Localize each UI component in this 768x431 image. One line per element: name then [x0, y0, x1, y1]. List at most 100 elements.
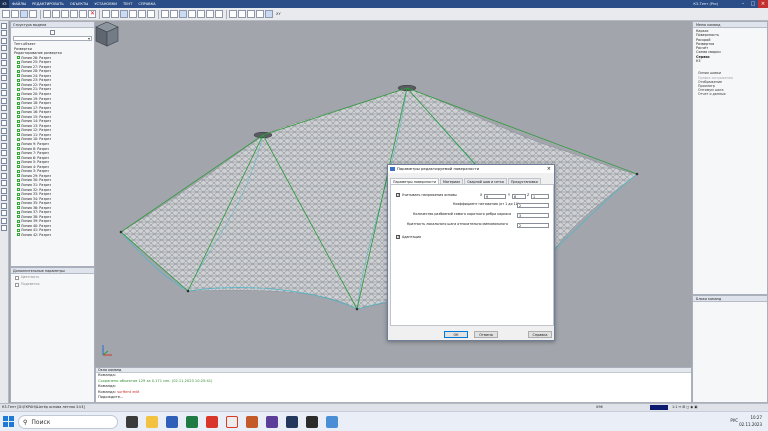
view-side-icon[interactable]	[147, 10, 155, 18]
ok-button[interactable]: ОК	[444, 331, 468, 338]
wire-icon[interactable]	[247, 10, 255, 18]
view-3d-icon[interactable]	[120, 10, 128, 18]
tool-dim-icon[interactable]	[1, 172, 7, 179]
tool-extend-icon[interactable]	[1, 120, 7, 126]
minimize-button[interactable]: –	[738, 0, 748, 8]
measure-icon[interactable]	[188, 10, 196, 18]
splits-input[interactable]: 3	[517, 212, 549, 218]
app-icon[interactable]	[326, 416, 338, 428]
multiplicity-input[interactable]: 2	[517, 222, 549, 228]
tool-fillet-icon[interactable]	[1, 127, 7, 134]
view-combo[interactable]: XY	[276, 12, 281, 16]
copy-icon[interactable]	[70, 10, 78, 18]
tool-explode-icon[interactable]	[1, 150, 7, 156]
tension-z-input[interactable]: 1	[531, 193, 549, 199]
cut-icon[interactable]	[61, 10, 69, 18]
select-icon[interactable]	[102, 10, 110, 18]
new-file-icon[interactable]	[2, 10, 10, 18]
tool-line-icon[interactable]	[1, 22, 7, 29]
tool-copy-icon[interactable]	[1, 82, 7, 89]
word-icon[interactable]	[166, 416, 178, 428]
tool-block-icon[interactable]	[1, 195, 7, 201]
tool-scale-icon[interactable]	[1, 97, 7, 104]
tool-info-icon[interactable]	[1, 225, 7, 231]
view-top-icon[interactable]	[129, 10, 137, 18]
tension-y-input[interactable]: 6	[512, 193, 526, 199]
tool-move-icon[interactable]	[1, 75, 7, 81]
yandex-icon[interactable]	[226, 416, 238, 428]
k-input[interactable]: 2	[517, 202, 549, 208]
explorer-icon[interactable]	[146, 416, 158, 428]
tool-hatch-icon[interactable]	[1, 187, 7, 194]
tool-circle-icon[interactable]	[1, 45, 7, 51]
dialog-close-icon[interactable]: ×	[547, 165, 551, 173]
help-button[interactable]: Справка	[528, 331, 552, 338]
addprop-row[interactable]: Цветность	[11, 274, 94, 281]
close-button[interactable]: ×	[758, 0, 768, 8]
pan-icon[interactable]	[215, 10, 223, 18]
tool-rotate-icon[interactable]	[1, 105, 7, 111]
snap-icon[interactable]	[161, 10, 169, 18]
keyboard-language[interactable]: РУС	[730, 418, 738, 423]
ucs-icon[interactable]	[265, 10, 273, 18]
adapt-checkbox-row[interactable]: Адаптация	[396, 234, 421, 240]
shade-icon[interactable]	[238, 10, 246, 18]
paste-icon[interactable]	[79, 10, 87, 18]
terminal-icon[interactable]	[306, 416, 318, 428]
tool-erase-icon[interactable]	[1, 217, 7, 224]
maximize-button[interactable]: □	[748, 0, 758, 8]
tool-trim-icon[interactable]	[1, 112, 7, 119]
tool-array-icon[interactable]	[1, 135, 7, 141]
paint-icon[interactable]	[246, 416, 258, 428]
zoom-icon[interactable]	[206, 10, 214, 18]
tension-checkbox[interactable]	[396, 192, 400, 197]
command-prompt[interactable]: Подождите...	[96, 395, 691, 401]
status-icons[interactable]: 1:1 ↔ ⊞ ◻ ◉ ▣	[672, 404, 698, 411]
rotate-icon[interactable]	[197, 10, 205, 18]
tool-color-icon[interactable]	[1, 210, 7, 216]
tool-spline-icon[interactable]	[1, 52, 7, 59]
view-front-icon[interactable]	[138, 10, 146, 18]
cancel-button[interactable]: Отмена	[474, 331, 498, 338]
visual-studio-icon[interactable]	[266, 416, 278, 428]
tool-offset-icon[interactable]	[1, 142, 7, 149]
print-icon[interactable]	[29, 10, 37, 18]
tree-filter-combo[interactable]	[13, 36, 92, 41]
tool-text-icon[interactable]	[1, 180, 7, 186]
menu-help[interactable]: СПРАВКА	[135, 2, 158, 6]
render-icon[interactable]	[229, 10, 237, 18]
redo-icon[interactable]	[52, 10, 60, 18]
menu-tent[interactable]: ТЕНТ	[120, 2, 135, 6]
tool-break-icon[interactable]	[1, 165, 7, 171]
tool-join-icon[interactable]	[1, 157, 7, 164]
pdf-icon[interactable]	[206, 416, 218, 428]
tool-point-icon[interactable]	[1, 30, 7, 36]
addprop-row[interactable]: Подсветка	[11, 281, 94, 288]
k3-app-icon[interactable]	[286, 416, 298, 428]
tool-mesh-icon[interactable]	[1, 67, 7, 74]
color-swatch[interactable]	[650, 405, 668, 410]
tool-mirror-icon[interactable]	[1, 90, 7, 96]
menu-objects[interactable]: ОБЪЕКТЫ	[67, 2, 91, 6]
menu-edit[interactable]: РЕДАКТИРОВАТЬ	[29, 2, 67, 6]
tension-x-input[interactable]: 9	[484, 193, 506, 199]
tool-surface-icon[interactable]	[1, 60, 7, 66]
task-view-icon[interactable]	[126, 416, 138, 428]
tool-layer-icon[interactable]	[1, 202, 7, 209]
tool-arc-icon[interactable]	[1, 37, 7, 44]
open-file-icon[interactable]	[11, 10, 19, 18]
layers-icon[interactable]	[179, 10, 187, 18]
menu-settings[interactable]: УСТАНОВКИ	[91, 2, 120, 6]
tension-checkbox-row[interactable]: Учитывать напряжения основы	[396, 192, 457, 198]
taskbar-search[interactable]: ⚲ Поиск	[18, 415, 118, 429]
undo-icon[interactable]	[43, 10, 51, 18]
delete-icon[interactable]	[88, 10, 96, 18]
select-window-icon[interactable]	[111, 10, 119, 18]
grid-icon[interactable]	[170, 10, 178, 18]
adapt-checkbox[interactable]	[396, 234, 400, 239]
hide-icon[interactable]	[256, 10, 264, 18]
view-cube-icon[interactable]	[95, 21, 119, 47]
command-item[interactable]: Отчет о данных	[698, 92, 767, 96]
tree-filter-icon[interactable]	[50, 29, 55, 35]
save-icon[interactable]	[20, 10, 28, 18]
